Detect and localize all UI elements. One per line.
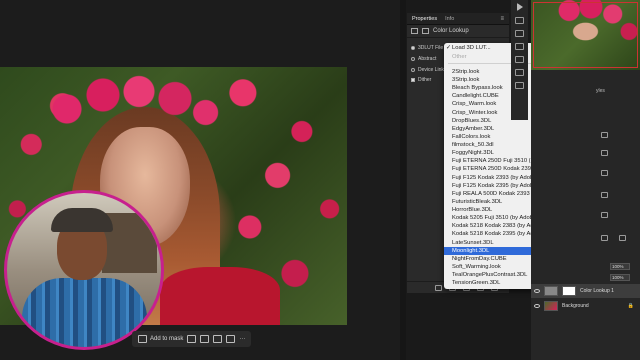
opacity-field[interactable]: 100% bbox=[610, 263, 630, 270]
checkmark-icon: ✓ bbox=[446, 45, 451, 51]
layer-row-background[interactable]: Background 🔒 bbox=[531, 299, 640, 313]
right-tool-strip bbox=[511, 0, 528, 120]
refine-icon[interactable] bbox=[226, 335, 236, 343]
navigator-thumbnail[interactable] bbox=[531, 0, 640, 70]
option-label: Device Link bbox=[418, 67, 444, 73]
mask-thumbnail[interactable] bbox=[562, 286, 576, 296]
eye-icon[interactable] bbox=[534, 289, 540, 293]
layer-tool-icon[interactable] bbox=[601, 192, 608, 198]
contextual-taskbar: Add to mask ··· bbox=[132, 331, 252, 347]
fill-field[interactable]: 100% bbox=[610, 274, 630, 281]
adjustment-thumbnail bbox=[544, 286, 558, 296]
layer-tool-icon[interactable] bbox=[601, 212, 608, 218]
navigator-view-box[interactable] bbox=[533, 2, 638, 68]
intersect-icon[interactable] bbox=[200, 335, 210, 343]
option-3dlut-file[interactable]: 3DLUT File bbox=[411, 45, 443, 51]
adjustment-layer-icon bbox=[411, 28, 418, 34]
styles-tab-label[interactable]: yles bbox=[596, 88, 605, 94]
adjustment-title: Color Lookup bbox=[433, 28, 469, 34]
layer-thumbnail bbox=[544, 301, 558, 311]
more-options-button[interactable]: ··· bbox=[239, 336, 245, 342]
layers-panel: yles Color Lookup 1 Background 🔒 bbox=[531, 70, 640, 360]
option-label: 3DLUT File bbox=[418, 45, 444, 51]
add-to-mask-button[interactable]: Add to mask bbox=[138, 335, 183, 343]
layer-tool-icon[interactable] bbox=[619, 235, 626, 241]
radio-off-icon bbox=[411, 57, 415, 61]
document-canvas[interactable]: Add to mask ··· bbox=[0, 0, 400, 360]
option-label: Abstract bbox=[418, 56, 437, 62]
checkbox-checked-icon bbox=[411, 78, 415, 82]
layer-mask-icon[interactable] bbox=[422, 28, 429, 34]
radio-off-icon bbox=[411, 68, 415, 72]
option-dither[interactable]: Dither bbox=[411, 77, 431, 83]
webcam-person-cap bbox=[51, 208, 113, 232]
photo-dress bbox=[160, 267, 280, 325]
clip-to-layer-icon[interactable] bbox=[435, 284, 442, 291]
brush-icon[interactable] bbox=[515, 56, 524, 63]
layer-tool-icon[interactable] bbox=[601, 235, 608, 241]
add-to-mask-label: Add to mask bbox=[150, 336, 184, 342]
tab-info[interactable]: Info bbox=[445, 16, 454, 22]
option-label: Dither bbox=[418, 77, 432, 83]
invert-icon[interactable] bbox=[213, 335, 223, 343]
photo-flower-crown bbox=[40, 67, 220, 137]
layer-tool-icon[interactable] bbox=[601, 132, 608, 138]
adjust-icon[interactable] bbox=[515, 17, 524, 24]
history-icon[interactable] bbox=[515, 82, 524, 89]
swatches-icon[interactable] bbox=[515, 69, 524, 76]
layer-row-color-lookup[interactable]: Color Lookup 1 bbox=[531, 284, 640, 298]
option-device-link[interactable]: Device Link bbox=[411, 67, 444, 73]
webcam-overlay bbox=[4, 190, 164, 350]
layer-name: Background bbox=[562, 303, 589, 309]
layer-name: Color Lookup 1 bbox=[580, 288, 614, 294]
radio-on-icon bbox=[411, 46, 415, 50]
layers-icon[interactable] bbox=[515, 30, 524, 37]
layer-tool-icon[interactable] bbox=[601, 150, 608, 156]
layer-tool-icon[interactable] bbox=[601, 170, 608, 176]
adjustment-header: Color Lookup bbox=[407, 25, 509, 38]
mask-icon bbox=[138, 335, 147, 343]
option-abstract[interactable]: Abstract bbox=[411, 56, 436, 62]
play-icon[interactable] bbox=[516, 3, 523, 11]
subtract-icon[interactable] bbox=[187, 335, 197, 343]
dropdown-current-label: Load 3D LUT... bbox=[452, 45, 491, 51]
panel-menu-icon[interactable]: ≡ bbox=[500, 16, 504, 22]
paragraph-icon[interactable] bbox=[515, 43, 524, 50]
tab-properties[interactable]: Properties bbox=[412, 16, 437, 22]
webcam-person-shirt bbox=[22, 278, 147, 347]
eye-icon[interactable] bbox=[534, 304, 540, 308]
lock-icon[interactable]: 🔒 bbox=[628, 303, 634, 309]
properties-tabs: Properties Info ≡ bbox=[407, 13, 509, 25]
